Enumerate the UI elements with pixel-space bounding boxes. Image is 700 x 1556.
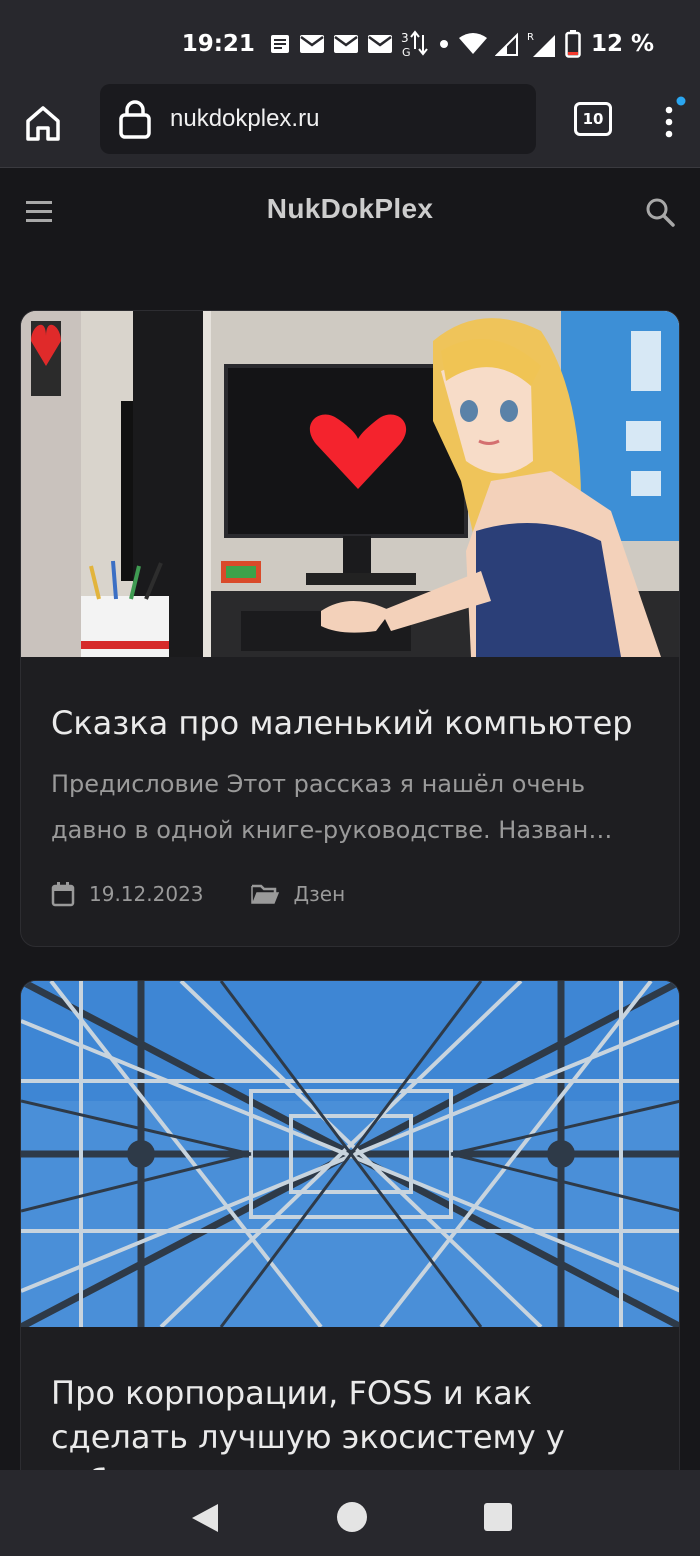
site-header: NukDokPlex: [0, 169, 700, 257]
dot-icon: [439, 40, 448, 48]
post-date: 19.12.2023: [51, 881, 204, 907]
post-category-text[interactable]: Дзен: [294, 882, 346, 906]
post-thumbnail-image[interactable]: [21, 311, 680, 657]
lock-icon: [119, 100, 151, 139]
url-text: nukdokplex.ru: [170, 105, 320, 132]
browser-menu-button[interactable]: [652, 96, 686, 146]
more-vert-icon: [665, 96, 686, 138]
mail-icon: [333, 35, 358, 53]
data-3g-icon: 3G: [401, 30, 428, 59]
recent-apps-icon[interactable]: [484, 1503, 512, 1531]
status-bar: 19:21 3G R 12 %: [0, 0, 700, 84]
address-bar[interactable]: nukdokplex.ru: [100, 84, 536, 154]
battery-percent: 12 %: [590, 31, 654, 57]
svg-text:3: 3: [401, 31, 409, 45]
post-card[interactable]: Сказка про маленький компьютер Предислов…: [20, 310, 680, 947]
post-meta: 19.12.2023 Дзен: [51, 881, 391, 907]
home-button[interactable]: [20, 100, 66, 146]
search-icon[interactable]: [644, 196, 676, 228]
post-title[interactable]: Сказка про маленький компьютер: [51, 701, 633, 745]
wifi-icon: [458, 33, 487, 54]
post-category[interactable]: Дзен: [250, 882, 346, 906]
site-title[interactable]: NukDokPlex: [0, 193, 700, 225]
home-nav-icon[interactable]: [337, 1502, 367, 1532]
browser-toolbar: nukdokplex.ru 10: [0, 84, 700, 168]
mail-icon: [367, 35, 392, 53]
system-navigation-bar: [0, 1470, 700, 1556]
notification-news-icon: [270, 35, 289, 53]
svg-text:G: G: [402, 46, 411, 59]
back-icon[interactable]: [190, 1502, 220, 1534]
calendar-icon: [51, 882, 75, 907]
home-icon: [26, 106, 60, 141]
battery-icon: [565, 30, 581, 58]
tabs-button[interactable]: 10: [574, 102, 612, 136]
signal-roaming-icon: R: [527, 32, 555, 57]
folder-open-icon: [250, 884, 279, 904]
signal-icon: [494, 32, 518, 56]
status-time: 19:21: [181, 31, 255, 57]
status-icons: 19:21 3G R 12 %: [182, 26, 654, 62]
post-excerpt: Предисловие Этот рассказ я нашёл очень д…: [51, 770, 613, 844]
svg-text:R: R: [527, 32, 534, 43]
post-card[interactable]: Про корпорации, FOSS и как сделать лучшу…: [20, 980, 680, 1500]
post-date-text: 19.12.2023: [89, 882, 204, 906]
post-thumbnail-image[interactable]: [21, 981, 680, 1327]
mail-icon: [299, 35, 324, 53]
